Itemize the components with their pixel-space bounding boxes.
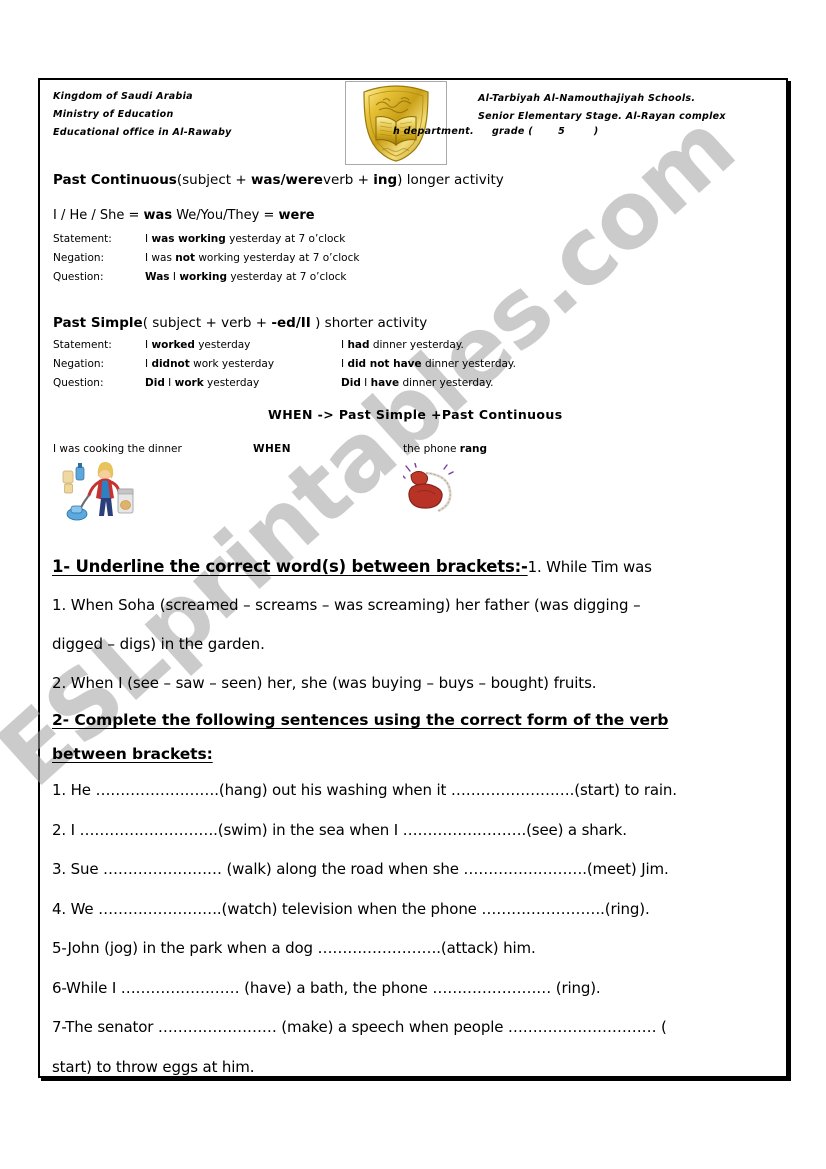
row-label: Negation: [53, 358, 105, 370]
header-left-block: Kingdom of Saudi Arabia Ministry of Educ… [53, 88, 232, 142]
past-continuous-question-row: Question: Was I working yesterday at 7 o’… [53, 268, 773, 287]
row-col1: I didnot work yesterday [145, 358, 275, 370]
past-continuous-pronoun-rule: I / He / She = was We/You/They = were [53, 206, 773, 226]
row-label: Statement: [53, 233, 112, 245]
row-col1: Did I work yesterday [145, 377, 260, 389]
past-simple-statement-row: Statement: I worked yesterday I had dinner… [53, 336, 773, 355]
past-continuous-title: Past Continuous(subject + was/wereverb +… [53, 170, 773, 190]
exercises-block: 1- Underline the correct word(s) between… [52, 548, 778, 1087]
exercise-2-item-5: 5-John (jog) in the park when a dog …………… [52, 939, 536, 957]
past-simple-negation-row: Negation: I didnot work yesterday I did no… [53, 355, 773, 374]
header-department-grade: h department. grade ( 5 ) [393, 126, 599, 137]
saudi-ministry-of-education-emblem [345, 81, 447, 165]
row-col2: I did not have dinner yesterday. [341, 358, 516, 370]
row-label: Negation: [53, 252, 105, 264]
past-continuous-title-rest2: verb + [322, 172, 374, 188]
row-text: I was working yesterday at 7 o’clock [145, 233, 346, 245]
example-right-text: the phone rang [403, 443, 488, 455]
row-col2: I had dinner yesterday. [341, 339, 464, 351]
when-rule-line: WHEN -> Past Simple +Past Continuous [268, 407, 563, 422]
cleaning-clipart-svg [62, 462, 134, 521]
exercise-2-item-4: 4. We …………………….(watch) television when t… [52, 899, 650, 918]
exercise-2-heading-text-2: between brackets: [52, 745, 213, 763]
past-continuous-title-bold3: ing [373, 172, 398, 188]
worksheet-content: Kingdom of Saudi Arabia Ministry of Educ… [38, 78, 788, 1078]
row-label: Question: [53, 377, 104, 389]
row-label: Statement: [53, 339, 112, 351]
exercise-2-heading-text-1: 2- Complete the following sentences usin… [52, 711, 669, 729]
header-right-line-1: Al-Tarbiyah Al-Namouthajiyah Schools. [478, 93, 696, 104]
past-continuous-title-rest: (subject + [176, 172, 251, 188]
exercise-2-item-2: 2. I ……………………….(swim) in the sea when I … [52, 820, 627, 839]
example-when-word: WHEN [253, 443, 291, 455]
row-col2: Did I have dinner yesterday. [341, 377, 494, 389]
header-right-block: Al-Tarbiyah Al-Namouthajiyah Schools. Se… [478, 90, 726, 126]
exercise-1-heading: 1- Underline the correct word(s) between… [52, 548, 778, 586]
past-continuous-title-bold2: was/were [250, 172, 323, 188]
exercise-1-item-1b: digged – digs) in the garden. [52, 635, 265, 653]
row-col1: I worked yesterday [145, 339, 251, 351]
telephone-clipart-svg [402, 462, 454, 513]
grammar-reference-block: Past Continuous(subject + was/wereverb +… [53, 170, 773, 422]
row-text: I was not working yesterday at 7 o’clock [145, 252, 360, 264]
exercise-1-item-2: 2. When I (see – saw – seen) her, she (w… [52, 674, 597, 692]
pronoun-bold-were: were [278, 208, 315, 223]
past-simple-title-bold2: -ed/II [271, 315, 311, 331]
exercise-2-item-6: 6-While I …………………… (have) a bath, the ph… [52, 978, 601, 997]
row-label: Question: [53, 271, 104, 283]
row-text: Was I working yesterday at 7 o’clock [145, 271, 347, 283]
header-left-line-1: Kingdom of Saudi Arabia [53, 91, 193, 102]
emblem-svg [363, 85, 429, 162]
past-simple-question-row: Question: Did I work yesterday Did I have … [53, 374, 773, 393]
exercise-2-item-7b: start) to throw eggs at him. [52, 1057, 255, 1076]
exercise-1-item-1a: 1. When Soha (screamed – screams – was s… [52, 596, 641, 614]
pronoun-plain-1: I / He / She = [53, 208, 144, 223]
header-left-line-2: Ministry of Education [53, 109, 174, 120]
exercise-2-heading-line-1: 2- Complete the following sentences usin… [52, 703, 778, 737]
exercise-2-item-7a: 7-The senator …………………… (make) a speech w… [52, 1018, 667, 1036]
past-continuous-title-rest3: ) longer activity [397, 172, 504, 188]
past-simple-title: Past Simple( subject + verb + -ed/II ) s… [53, 313, 773, 333]
woman-vacuuming-cleaning-clipart [61, 461, 135, 526]
pronoun-plain-2: We/You/They = [172, 208, 279, 223]
pronoun-bold-was: was [143, 208, 173, 223]
exercise-2-item-1: 1. He …………………….(hang) out his washing wh… [52, 781, 677, 799]
past-simple-title-rest: ( subject + verb + [142, 315, 272, 331]
exercise-2-item-3: 3. Sue …………………… (walk) along the road wh… [52, 860, 669, 878]
past-continuous-title-bold: Past Continuous [53, 172, 177, 188]
past-simple-title-rest2: ) shorter activity [310, 315, 428, 331]
worksheet-header: Kingdom of Saudi Arabia Ministry of Educ… [38, 78, 788, 165]
red-ringing-telephone-clipart [402, 462, 465, 521]
header-left-line-3: Educational office in Al-Rawaby [53, 127, 232, 138]
exercise-1-heading-trailing: 1. While Tim was [527, 558, 652, 576]
exercise-1-heading-text: 1- Underline the correct word(s) between… [52, 557, 528, 576]
header-right-line-2: Senior Elementary Stage. Al-Rayan comple… [478, 111, 726, 122]
ring-motion-lines [402, 462, 454, 479]
past-continuous-negation-row: Negation: I was not working yesterday at … [53, 249, 773, 268]
example-left-text: I was cooking the dinner [53, 443, 182, 455]
exercise-2-heading-line-2: between brackets: [52, 737, 778, 771]
past-simple-title-bold: Past Simple [53, 315, 143, 331]
worksheet-page: Kingdom of Saudi Arabia Ministry of Educ… [0, 0, 826, 1169]
past-continuous-statement-row: Statement: I was working yesterday at 7 o… [53, 230, 773, 249]
